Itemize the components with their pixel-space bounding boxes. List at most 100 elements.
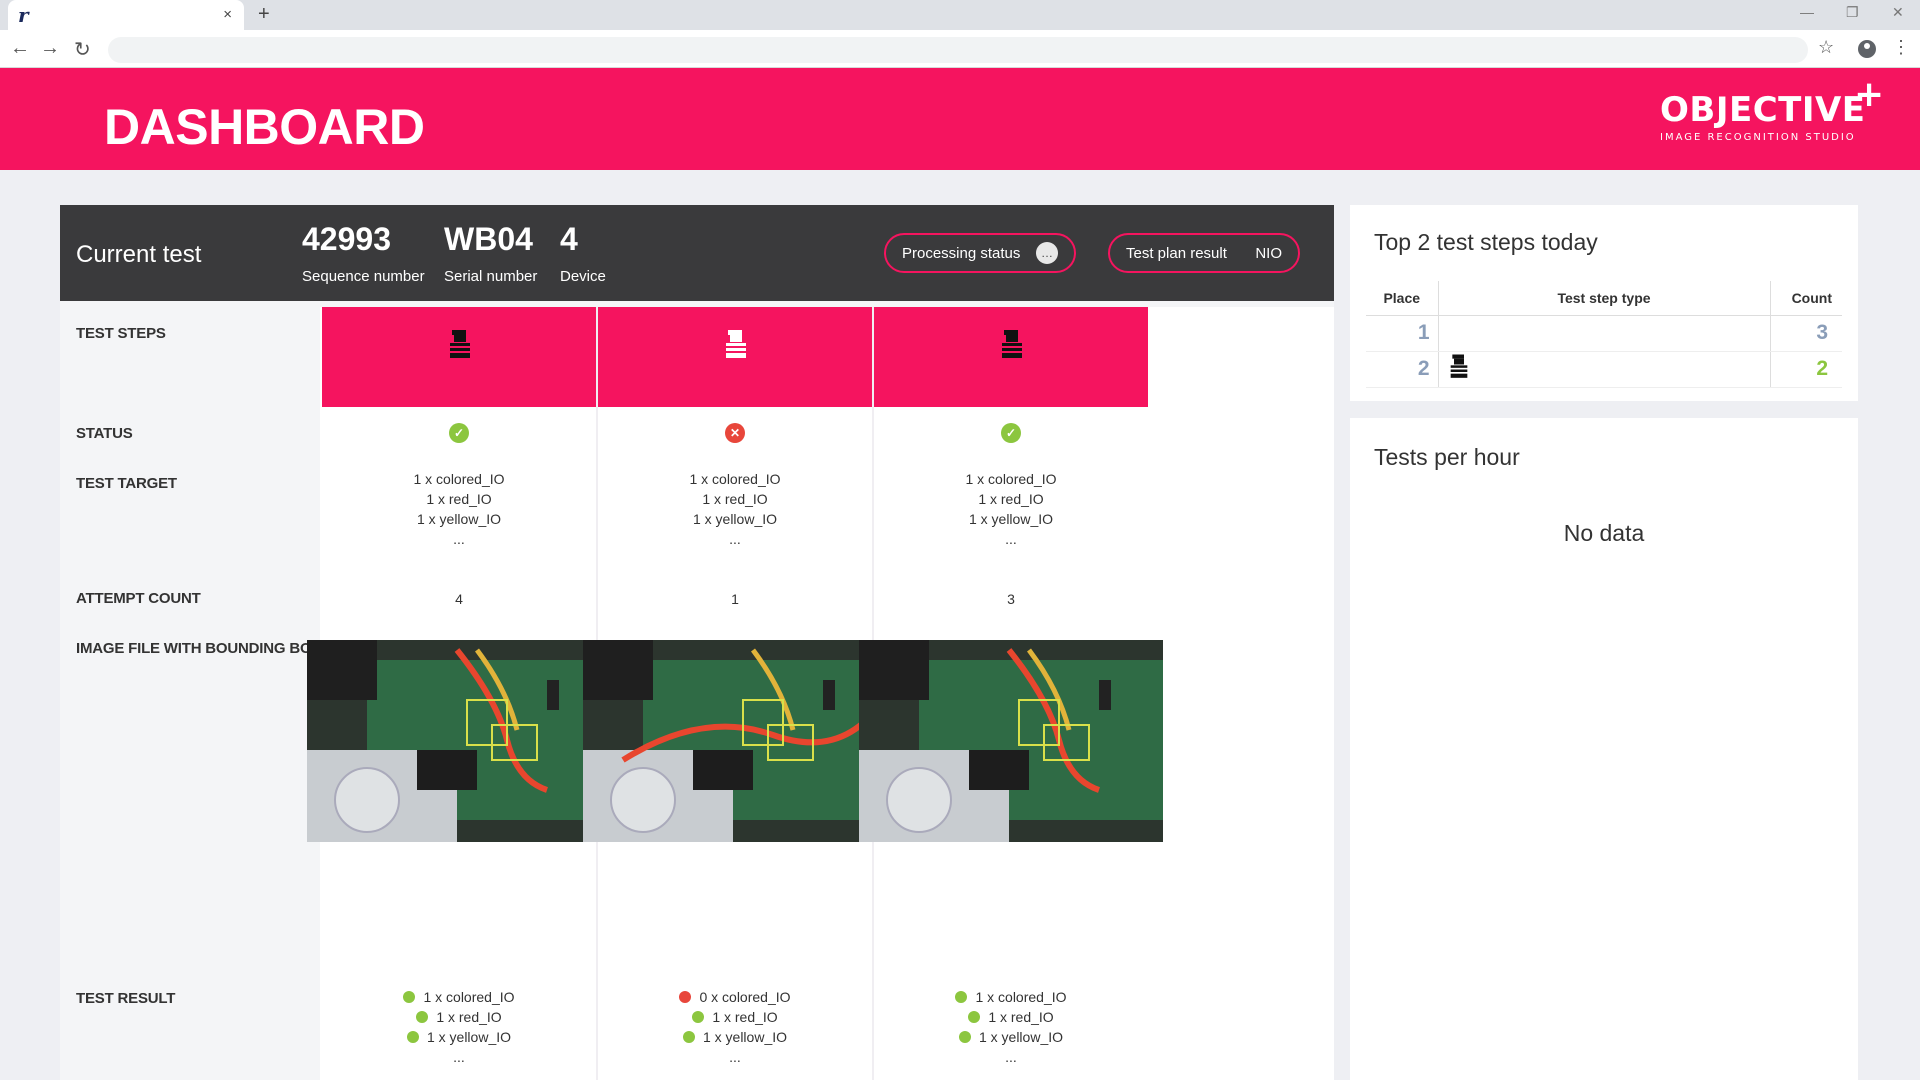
device: 4 Device bbox=[560, 221, 606, 285]
place-value: 2 bbox=[1366, 351, 1438, 388]
test-plan-result-pill: Test plan result NIO bbox=[1108, 233, 1300, 273]
top-steps-table: Place Test step type Count 1322 bbox=[1366, 281, 1842, 388]
test-plan-result-label: Test plan result bbox=[1126, 244, 1227, 262]
forward-button[interactable]: → bbox=[40, 37, 60, 60]
sequence-number-value: 42993 bbox=[302, 221, 391, 257]
test-target-line: ... bbox=[1005, 531, 1017, 547]
status-ok-icon: ✓ bbox=[1001, 423, 1021, 443]
result-ok-icon bbox=[955, 991, 968, 1003]
brand-logo: OBJECTIVE + IMAGE RECOGNITION STUDIO bbox=[1660, 74, 1884, 143]
serial-number: WB04 Serial number bbox=[444, 221, 537, 285]
test-result-text: 1 x colored_IO bbox=[975, 989, 1067, 1005]
browser-toolbar: ← → ↻ ☆ ⋮ bbox=[0, 30, 1920, 68]
restore-button[interactable]: ❐ bbox=[1846, 4, 1859, 21]
bounding-box-image[interactable] bbox=[307, 640, 611, 842]
browser-tab[interactable]: r × bbox=[8, 0, 244, 30]
processing-status-pill: Processing status … bbox=[884, 233, 1076, 273]
test-result-text: ... bbox=[1005, 1049, 1017, 1065]
reload-button[interactable]: ↻ bbox=[74, 37, 91, 62]
column-header-test-step-type: Test step type bbox=[1437, 281, 1770, 316]
top-steps-row: 13 bbox=[1366, 315, 1842, 352]
test-result-text: 1 x yellow_IO bbox=[978, 1029, 1064, 1045]
back-button[interactable]: ← bbox=[10, 37, 30, 60]
address-bar[interactable] bbox=[108, 37, 1808, 63]
status-ok-icon: ✓ bbox=[449, 423, 469, 443]
window-close-button[interactable]: ✕ bbox=[1892, 4, 1904, 21]
result-ok-icon bbox=[968, 1011, 981, 1023]
no-data-message: No data bbox=[1563, 520, 1645, 546]
test-result-line: 1 x colored_IO bbox=[842, 987, 1180, 1007]
test-result-text: 1 x yellow_IO bbox=[702, 1029, 788, 1045]
test-target: 1 x colored_IO 1 x red_IO 1 x yellow_IO... bbox=[842, 469, 1180, 549]
serial-number-label: Serial number bbox=[444, 268, 538, 285]
device-label: Device bbox=[560, 268, 606, 285]
test-result-line: ... bbox=[842, 1047, 1180, 1067]
result-ok-icon bbox=[416, 1011, 429, 1023]
test-step-type-cell bbox=[1437, 351, 1770, 388]
row-label-image-file: IMAGE FILE WITH BOUNDING BOX bbox=[76, 640, 322, 657]
result-fail-icon bbox=[679, 991, 692, 1003]
serial-number-value: WB04 bbox=[444, 221, 533, 257]
test-result: 1 x colored_IO 1 x red_IO 1 x yellow_IO... bbox=[842, 987, 1180, 1067]
page-title: DASHBOARD bbox=[104, 99, 425, 155]
result-ok-icon bbox=[403, 991, 416, 1003]
current-test-header: Current test 42993 Sequence number WB04 … bbox=[60, 205, 1334, 301]
count-value: 2 bbox=[1769, 351, 1842, 388]
test-target-line: 1 x red_IO bbox=[978, 491, 1044, 507]
test-result-line: 1 x yellow_IO bbox=[842, 1027, 1180, 1047]
top-steps-panel: Top 2 test steps today Place Test step t… bbox=[1350, 205, 1858, 401]
processing-status-label: Processing status bbox=[902, 244, 1021, 262]
result-ok-icon bbox=[958, 1031, 971, 1043]
test-step-type-cell bbox=[1437, 315, 1770, 352]
current-test-label: Current test bbox=[76, 241, 202, 268]
status-fail-icon: ✕ bbox=[725, 423, 745, 443]
column-header-count: Count bbox=[1769, 281, 1842, 316]
processing-status-icon: … bbox=[1036, 242, 1058, 264]
cable-connector-icon bbox=[724, 329, 748, 366]
cable-connector-icon bbox=[1000, 329, 1024, 366]
test-result-text: 0 x colored_IO bbox=[699, 989, 791, 1005]
device-value: 4 bbox=[560, 221, 578, 257]
profile-avatar[interactable] bbox=[1858, 40, 1876, 58]
result-ok-icon bbox=[692, 1011, 705, 1023]
test-step-header bbox=[598, 307, 872, 407]
test-result-line: 1 x red_IO bbox=[842, 1007, 1180, 1027]
brand-tagline: IMAGE RECOGNITION STUDIO bbox=[1660, 132, 1856, 143]
test-result-text: 1 x red_IO bbox=[712, 1009, 778, 1025]
row-label-test-result: TEST RESULT bbox=[76, 990, 176, 1007]
test-target-line: 1 x yellow_IO bbox=[968, 511, 1054, 527]
test-result-text: 1 x red_IO bbox=[988, 1009, 1054, 1025]
current-test-panel: Current test 42993 Sequence number WB04 … bbox=[60, 205, 1334, 1080]
test-step-header bbox=[322, 307, 596, 407]
cable-connector-icon bbox=[448, 329, 472, 366]
column-header-place: Place bbox=[1366, 281, 1438, 316]
tab-close-icon[interactable]: × bbox=[223, 6, 232, 23]
place-value: 1 bbox=[1366, 315, 1438, 352]
tests-per-hour-panel: Tests per hour No data bbox=[1350, 418, 1858, 1080]
attempt-count: 3 bbox=[1007, 591, 1015, 607]
test-result-text: 1 x yellow_IO bbox=[426, 1029, 512, 1045]
row-label-test-target: TEST TARGET bbox=[76, 475, 177, 492]
test-plan-result-value: NIO bbox=[1255, 244, 1282, 262]
bookmark-star-icon[interactable]: ☆ bbox=[1818, 37, 1834, 58]
bounding-box-image[interactable] bbox=[859, 640, 1163, 842]
browser-tab-bar: r × + — ❐ ✕ bbox=[0, 0, 1920, 30]
test-result-text: 1 x red_IO bbox=[436, 1009, 502, 1025]
result-ok-icon bbox=[682, 1031, 695, 1043]
row-label-test-steps: TEST STEPS bbox=[76, 325, 166, 342]
test-step-header bbox=[874, 307, 1148, 407]
test-result-text: 1 x colored_IO bbox=[423, 989, 515, 1005]
top-steps-title: Top 2 test steps today bbox=[1374, 229, 1598, 255]
brand-plus-icon: + bbox=[1854, 74, 1885, 115]
minimize-button[interactable]: — bbox=[1800, 4, 1814, 20]
count-value: 3 bbox=[1769, 315, 1842, 352]
sequence-number: 42993 Sequence number bbox=[302, 221, 425, 285]
browser-menu-icon[interactable]: ⋮ bbox=[1892, 37, 1910, 58]
bounding-box-image[interactable] bbox=[583, 640, 887, 842]
sequence-number-label: Sequence number bbox=[302, 268, 425, 285]
new-tab-button[interactable]: + bbox=[258, 3, 270, 26]
test-result-text: ... bbox=[729, 1049, 741, 1065]
site-favicon-icon: r bbox=[18, 3, 29, 27]
tests-per-hour-title: Tests per hour bbox=[1374, 444, 1520, 470]
row-label-attempt-count: ATTEMPT COUNT bbox=[76, 590, 201, 607]
